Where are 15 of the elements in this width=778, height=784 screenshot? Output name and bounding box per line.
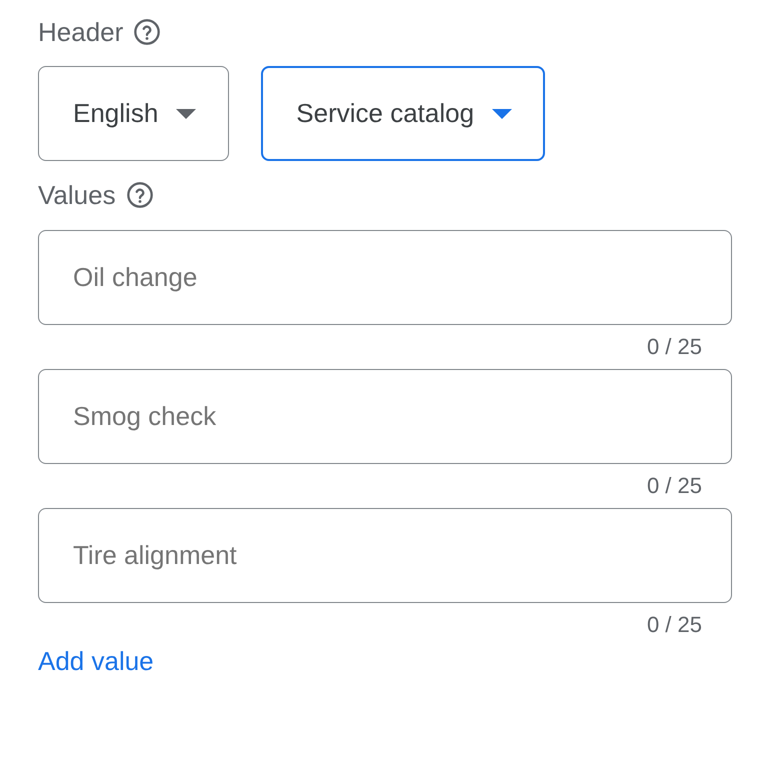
character-counter: 0 / 25: [646, 612, 702, 638]
dropdown[interactable]: English: [38, 66, 230, 161]
input-field[interactable]: Smog check: [38, 369, 732, 464]
character-counter: 0 / 25: [646, 473, 702, 499]
help-icon[interactable]: [133, 18, 162, 46]
character-counter: 0 / 25: [646, 334, 702, 360]
section-label: Values: [38, 180, 116, 210]
input-field[interactable]: Oil change: [38, 230, 732, 325]
input-field[interactable]: Tire alignment: [38, 508, 732, 603]
section-label: Header: [38, 16, 124, 48]
help-icon[interactable]: [126, 181, 154, 209]
caret-icon: [492, 108, 512, 118]
caret-icon: [176, 108, 196, 118]
dropdown[interactable]: Service catalog: [261, 66, 546, 161]
add-value-link[interactable]: Add value: [38, 646, 154, 677]
